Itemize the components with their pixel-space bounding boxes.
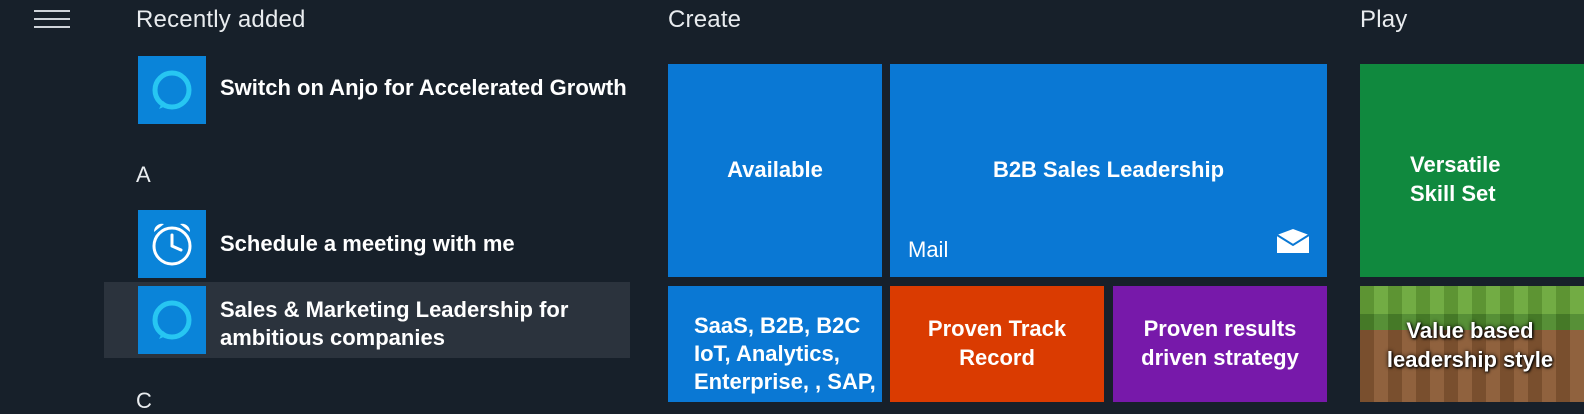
tile-proven-track-record[interactable]: Proven Track Record	[890, 286, 1104, 402]
app-label: Sales & Marketing Leadership for ambitio…	[220, 297, 569, 350]
letter-header-a: A	[136, 162, 151, 187]
mail-app-name: Mail	[908, 237, 949, 262]
app-list-item-schedule[interactable]: Schedule a meeting with me	[104, 208, 630, 280]
hamburger-menu-icon[interactable]	[34, 10, 70, 30]
tile-versatile-skill-set[interactable]: Versatile Skill Set	[1360, 64, 1584, 277]
app-list-item-anjo[interactable]: Switch on Anjo for Accelerated Growth	[104, 54, 630, 126]
app-label: Switch on Anjo for Accelerated Growth	[220, 75, 627, 100]
app-label: Schedule a meeting with me	[220, 231, 515, 256]
alarm-clock-icon	[138, 210, 206, 278]
letter-header-c: C	[136, 388, 152, 413]
section-title-recently-added: Recently added	[136, 6, 306, 33]
section-title-play: Play	[1360, 6, 1408, 33]
mail-envelope-icon	[1275, 227, 1311, 261]
tile-value-based-leadership[interactable]: Value based leadership style	[1360, 286, 1584, 402]
section-title-create: Create	[668, 6, 742, 33]
app-list-item-sales-marketing[interactable]: Sales & Marketing Leadership for ambitio…	[104, 282, 630, 358]
tile-saas[interactable]: SaaS, B2B, B2C IoT, Analytics, Enterpris…	[668, 286, 882, 402]
tile-available[interactable]: Available	[668, 64, 882, 277]
tile-mail[interactable]: B2B Sales Leadership Mail	[890, 64, 1327, 277]
alexa-ring-icon	[138, 286, 206, 354]
alexa-ring-icon	[138, 56, 206, 124]
mail-tile-title: B2B Sales Leadership	[992, 157, 1225, 182]
tile-proven-results[interactable]: Proven results driven strategy	[1113, 286, 1327, 402]
